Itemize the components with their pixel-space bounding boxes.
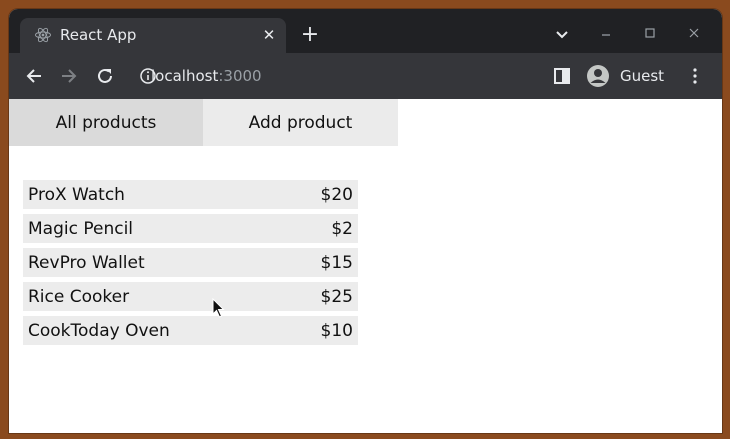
product-row[interactable]: RevPro Wallet $15	[23, 248, 358, 277]
forward-arrow-icon[interactable]	[58, 65, 80, 87]
product-price: $25	[320, 286, 353, 307]
product-row[interactable]: Magic Pencil $2	[23, 214, 358, 243]
url-host: localhost	[151, 67, 219, 85]
product-price: $15	[320, 252, 353, 273]
product-row[interactable]: CookToday Oven $10	[23, 316, 358, 345]
product-name: ProX Watch	[28, 184, 125, 205]
chevron-down-icon[interactable]	[553, 25, 571, 43]
product-price: $2	[331, 218, 353, 239]
product-list: ProX Watch $20 Magic Pencil $2 RevPro Wa…	[23, 180, 358, 350]
product-name: Magic Pencil	[28, 218, 134, 239]
browser-window: React App ✕ + localhost:3000 Guest All p…	[9, 9, 722, 433]
react-icon	[35, 27, 51, 43]
reload-icon[interactable]	[94, 65, 116, 87]
close-icon[interactable]: ✕	[260, 26, 278, 44]
product-nav: All products Add product	[9, 99, 398, 146]
product-price: $20	[320, 184, 353, 205]
plus-icon[interactable]: +	[299, 24, 321, 46]
side-panel-icon[interactable]	[553, 67, 571, 85]
url-port: :3000	[218, 67, 262, 85]
browser-toolbar: localhost:3000 Guest	[9, 53, 722, 99]
product-name: RevPro Wallet	[28, 252, 145, 273]
address-bar[interactable]: localhost:3000	[151, 65, 262, 87]
kebab-menu-icon[interactable]	[686, 67, 704, 85]
profile-label[interactable]: Guest	[620, 65, 664, 87]
page-content: All products Add product ProX Watch $20 …	[9, 99, 722, 433]
all-products-tab[interactable]: All products	[9, 99, 203, 146]
tab-react-app[interactable]: React App ✕	[20, 18, 286, 53]
product-row[interactable]: Rice Cooker $25	[23, 282, 358, 311]
maximize-icon[interactable]	[641, 25, 659, 43]
minimize-icon[interactable]	[597, 25, 615, 43]
window-close-icon[interactable]	[685, 25, 703, 43]
product-price: $10	[320, 320, 353, 341]
back-arrow-icon[interactable]	[23, 65, 45, 87]
product-name: CookToday Oven	[28, 320, 170, 341]
product-row[interactable]: ProX Watch $20	[23, 180, 358, 209]
product-name: Rice Cooker	[28, 286, 130, 307]
tab-strip: React App ✕ +	[9, 9, 722, 53]
mouse-cursor-icon	[212, 298, 225, 318]
add-product-tab[interactable]: Add product	[203, 99, 398, 146]
avatar-icon[interactable]	[586, 64, 610, 88]
tab-title: React App	[60, 26, 137, 44]
